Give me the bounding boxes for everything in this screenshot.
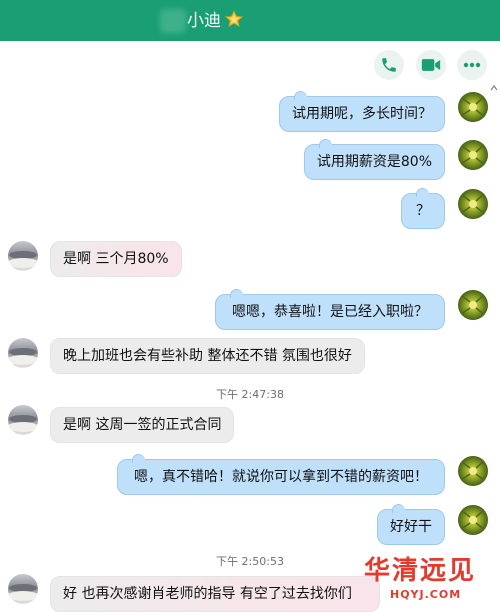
- message-bubble-received[interactable]: 晚上加班也会有些补助 整体还不错 氛围也很好: [50, 338, 365, 374]
- blurred-avatar: [160, 9, 186, 33]
- my-avatar[interactable]: [458, 505, 488, 535]
- phone-icon: [382, 58, 396, 72]
- my-avatar[interactable]: [458, 189, 488, 219]
- more-button[interactable]: [457, 50, 487, 80]
- message-bubble-sent[interactable]: 试用期薪资是80%: [303, 139, 445, 180]
- watermark-text: 华清远见: [364, 556, 477, 586]
- my-avatar[interactable]: [458, 92, 488, 122]
- message-bubble-sent[interactable]: ？: [401, 188, 445, 229]
- timestamp: 下午 2:47:38: [216, 388, 284, 401]
- video-call-icon: [421, 59, 441, 71]
- my-avatar[interactable]: [458, 290, 488, 320]
- message-bubble-received[interactable]: 是啊 三个月80%: [50, 241, 182, 277]
- chat-header: 小迪: [0, 0, 500, 41]
- watermark-url: HQYJ.COM: [390, 588, 462, 601]
- contact-avatar[interactable]: [8, 574, 38, 604]
- scroll-up-icon[interactable]: [490, 84, 498, 92]
- more-icon: [463, 62, 481, 68]
- watermark-logo: 华清远见 HQYJ.COM: [364, 556, 498, 608]
- contact-name[interactable]: 小迪: [187, 10, 221, 32]
- message-bubble-received[interactable]: 好 也再次感谢肖老师的指导 有空了过去找你们: [50, 576, 380, 612]
- contact-avatar[interactable]: [8, 405, 38, 435]
- my-avatar[interactable]: [458, 456, 488, 486]
- video-call-button[interactable]: [416, 50, 446, 80]
- message-bubble-sent[interactable]: 嗯，真不错哈！就说你可以拿到不错的薪资吧！: [117, 454, 445, 495]
- message-bubble-sent[interactable]: 嗯嗯，恭喜啦！是已经入职啦？: [215, 289, 445, 330]
- contact-avatar[interactable]: [8, 338, 38, 368]
- star-icon: [225, 10, 243, 28]
- message-bubble-sent[interactable]: 好好干: [377, 504, 445, 545]
- my-avatar[interactable]: [458, 140, 488, 170]
- phone-button[interactable]: [374, 50, 404, 80]
- contact-avatar[interactable]: [8, 241, 38, 271]
- message-bubble-sent[interactable]: 试用期呢，多长时间？: [279, 91, 445, 132]
- message-bubble-received[interactable]: 是啊 这周一签的正式合同: [50, 407, 235, 443]
